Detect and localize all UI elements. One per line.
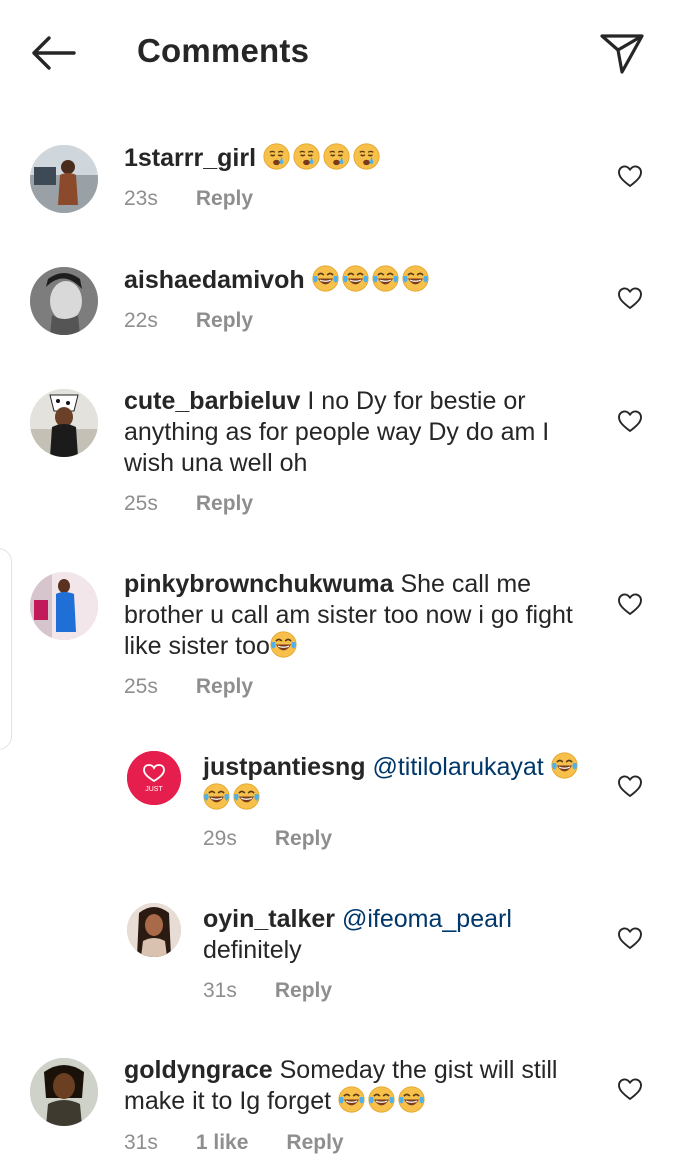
tears-of-joy-icon [342, 265, 369, 292]
crying-face-icon [293, 143, 320, 170]
comment-item: goldyngrace Someday the gist will still … [0, 1055, 683, 1160]
comment-meta: 23s Reply [124, 187, 253, 211]
heart-icon[interactable] [617, 774, 643, 798]
comment-item: 1starrr_girl 23s Reply [0, 140, 683, 230]
comment-time: 31s [124, 1131, 158, 1154]
arrow-left-icon [32, 36, 76, 70]
heart-icon[interactable] [617, 164, 643, 188]
share-button[interactable] [598, 30, 646, 76]
comment-text: pinkybrownchukwuma She call me brother u… [124, 569, 594, 662]
comment-text: goldyngrace Someday the gist will still … [124, 1055, 594, 1117]
tears-of-joy-icon [368, 1086, 395, 1113]
page-title: Comments [137, 32, 310, 69]
comment-username[interactable]: cute_barbieluv [124, 387, 300, 415]
comment-text: cute_barbieluv I no Dy for bestie or any… [124, 386, 594, 479]
like-count[interactable]: 1 like [196, 1131, 249, 1155]
comment-item: aishaedamivoh 22s Reply [0, 262, 683, 352]
heart-icon[interactable] [617, 592, 643, 616]
avatar[interactable] [30, 572, 98, 640]
tears-of-joy-icon [398, 1086, 425, 1113]
tears-of-joy-icon [338, 1086, 365, 1113]
crying-face-icon [263, 143, 290, 170]
comment-username[interactable]: aishaedamivoh [124, 266, 305, 294]
heart-icon[interactable] [617, 926, 643, 950]
tears-of-joy-icon [270, 631, 297, 658]
comment-text: justpantiesng @titilolarukayat [203, 752, 598, 814]
header-bar: Comments [0, 0, 683, 104]
tears-of-joy-icon [402, 265, 429, 292]
heart-icon[interactable] [617, 1077, 643, 1101]
reply-button[interactable]: Reply [196, 309, 253, 333]
tears-of-joy-icon [372, 265, 399, 292]
comment-time: 25s [124, 675, 158, 698]
avatar[interactable] [30, 145, 98, 213]
comment-body: definitely [203, 936, 302, 964]
comment-meta: 22s Reply [124, 309, 253, 333]
heart-icon[interactable] [617, 286, 643, 310]
comment-meta: 25s Reply [124, 492, 253, 516]
comment-meta: 25s Reply [124, 675, 253, 699]
comment-text: aishaedamivoh [124, 265, 584, 296]
comment-username[interactable]: goldyngrace [124, 1056, 273, 1084]
comment-username[interactable]: 1starrr_girl [124, 144, 256, 172]
comment-meta: 29s Reply [203, 827, 332, 851]
comment-time: 29s [203, 827, 237, 850]
reply-button[interactable]: Reply [196, 492, 253, 516]
avatar[interactable]: JUST [127, 751, 181, 805]
emoji-group [338, 1087, 428, 1115]
comment-item: cute_barbieluv I no Dy for bestie or any… [0, 385, 683, 525]
crying-face-icon [353, 143, 380, 170]
avatar-logo-text: JUST [145, 786, 163, 793]
reply-button[interactable]: Reply [286, 1131, 343, 1155]
reply-item: JUST justpantiesng @titilolarukayat 29s R… [0, 751, 683, 862]
reply-button[interactable]: Reply [196, 675, 253, 699]
comment-item: pinkybrownchukwuma She call me brother u… [0, 568, 683, 708]
crying-face-icon [323, 143, 350, 170]
mention-link[interactable]: @titilolarukayat [372, 753, 543, 781]
reply-button[interactable]: Reply [275, 979, 332, 1003]
paper-plane-icon [600, 34, 644, 74]
avatar[interactable] [30, 267, 98, 335]
back-button[interactable] [28, 33, 78, 73]
tears-of-joy-icon [551, 752, 578, 779]
avatar[interactable] [127, 903, 181, 957]
tears-of-joy-icon [312, 265, 339, 292]
comment-time: 31s [203, 979, 237, 1002]
heart-icon[interactable] [617, 409, 643, 433]
tears-of-joy-icon [203, 783, 230, 810]
comment-username[interactable]: pinkybrownchukwuma [124, 570, 393, 598]
reply-button[interactable]: Reply [196, 187, 253, 211]
comment-username[interactable]: oyin_talker [203, 905, 335, 933]
reply-button[interactable]: Reply [275, 827, 332, 851]
comment-time: 25s [124, 492, 158, 515]
comment-time: 22s [124, 309, 158, 332]
comment-text: 1starrr_girl [124, 143, 584, 174]
comment-meta: 31s Reply [203, 979, 332, 1003]
comment-time: 23s [124, 187, 158, 210]
emoji-group [263, 144, 383, 172]
comment-username[interactable]: justpantiesng [203, 753, 366, 781]
tears-of-joy-icon [233, 783, 260, 810]
avatar[interactable] [30, 1058, 98, 1126]
emoji-group [312, 266, 432, 294]
comment-meta: 31s 1 like Reply [124, 1131, 344, 1155]
mention-link[interactable]: @ifeoma_pearl [342, 905, 512, 933]
reply-item: oyin_talker @ifeoma_pearl definitely 31s… [0, 903, 683, 1014]
avatar[interactable] [30, 389, 98, 457]
comment-text: oyin_talker @ifeoma_pearl definitely [203, 904, 598, 966]
